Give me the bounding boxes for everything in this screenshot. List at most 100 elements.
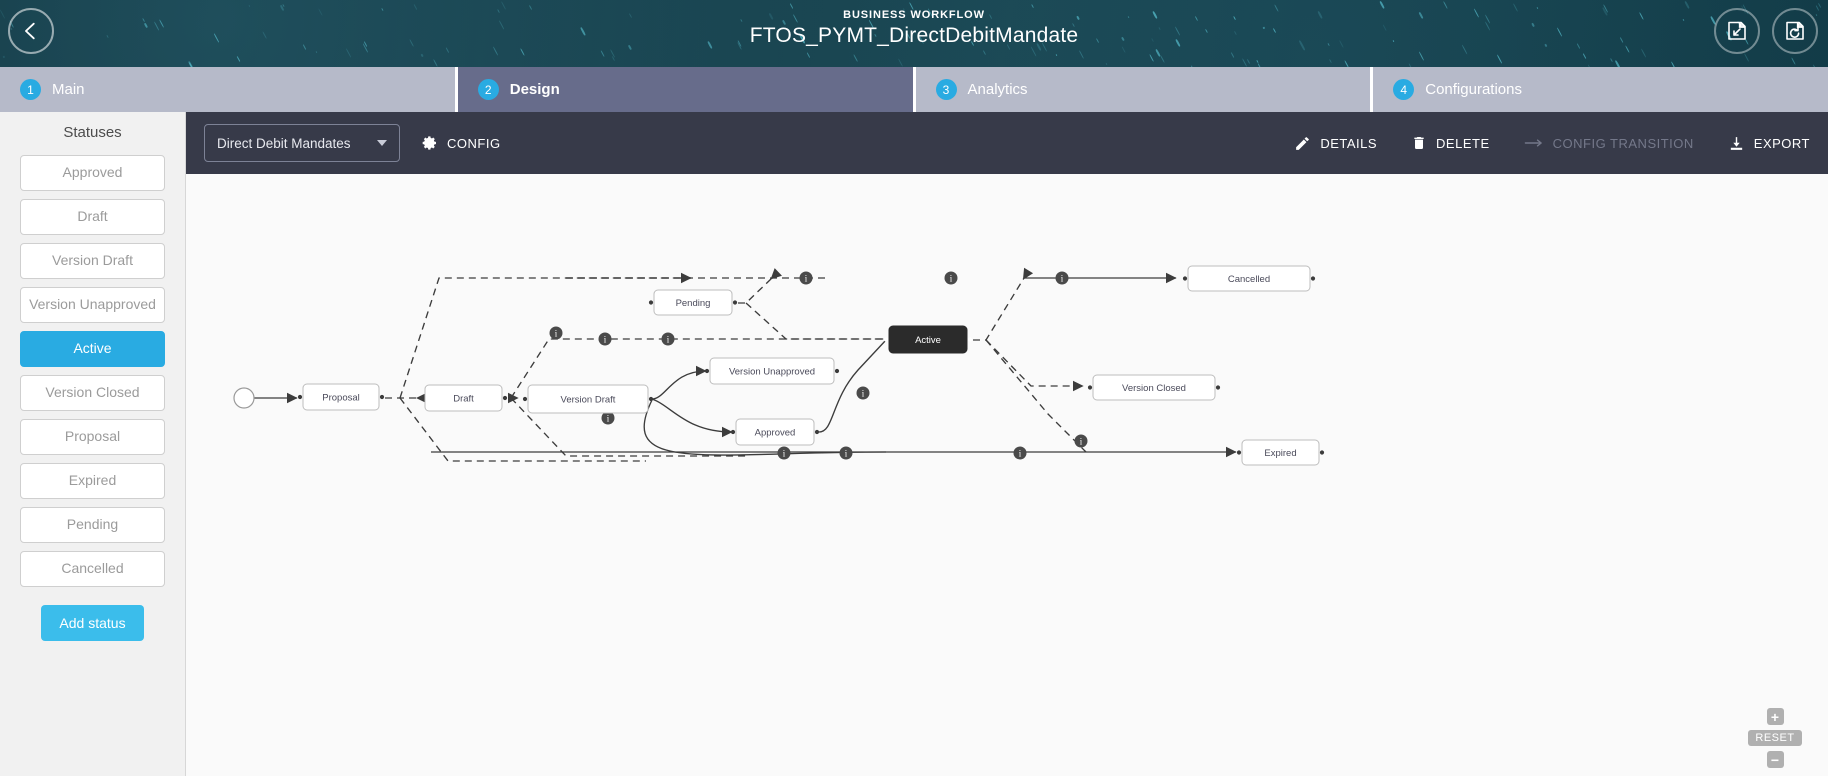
diagram-node-label: Draft [453, 394, 474, 405]
statuses-sidebar: Statuses Approved Draft Version Draft Versi… [0, 112, 186, 776]
arrow-right-icon [1524, 139, 1542, 147]
add-status-button[interactable]: Add status [41, 605, 144, 641]
delete-button[interactable]: DELETE [1411, 135, 1490, 151]
back-button[interactable] [8, 8, 54, 54]
tab-number: 1 [20, 79, 41, 100]
zoom-controls: + RESET − [1744, 708, 1806, 768]
header-title-block: BUSINESS WORKFLOW FTOS_PYMT_DirectDebitM… [0, 9, 1828, 48]
diagram-node-version-draft[interactable]: Version Draft [527, 384, 649, 414]
diagram-node-label: Version Draft [561, 395, 616, 406]
workflow-canvas[interactable]: iiiiiiiiiiii Proposal Draft Version Draft P… [186, 174, 1828, 776]
tab-analytics[interactable]: 3 Analytics [915, 67, 1374, 112]
info-badge-icon[interactable]: i [839, 446, 853, 460]
diagram-edge[interactable] [738, 268, 782, 304]
diagram-edge[interactable] [985, 339, 1084, 392]
config-transition-button[interactable]: CONFIG TRANSITION [1524, 135, 1694, 151]
tab-main[interactable]: 1 Main [0, 67, 458, 112]
diagram-edge[interactable] [973, 267, 1034, 341]
diagram-edge[interactable] [985, 339, 1087, 453]
save-icon [1728, 21, 1746, 40]
info-badge-icon[interactable]: i [856, 386, 870, 400]
diagram-edge[interactable] [651, 365, 707, 400]
diagram-node-version-unapproved[interactable]: Version Unapproved [709, 357, 835, 385]
diagram-node-label: Version Unapproved [729, 367, 815, 378]
download-icon [1730, 136, 1742, 150]
info-badge-icon[interactable]: i [1055, 271, 1069, 285]
zoom-reset-button[interactable]: RESET [1748, 730, 1802, 746]
diagram-node-expired[interactable]: Expired [1241, 439, 1320, 466]
diagram-node-label: Expired [1264, 448, 1296, 459]
status-item-cancelled[interactable]: Cancelled [20, 551, 165, 587]
diagram-edge[interactable] [818, 339, 887, 433]
arrow-left-icon [25, 22, 35, 40]
tab-label: Configurations [1425, 81, 1522, 98]
info-badge-icon[interactable]: i [1074, 434, 1088, 448]
tab-number: 2 [477, 79, 499, 100]
status-item-version-closed[interactable]: Version Closed [20, 375, 165, 411]
chevron-down-icon [377, 140, 387, 146]
export-button[interactable]: EXPORT [1728, 135, 1810, 152]
diagram-edge[interactable] [651, 398, 733, 438]
diagram-node-version-closed[interactable]: Version Closed [1092, 374, 1216, 401]
zoom-in-label: + [1770, 708, 1780, 725]
diagram-edge[interactable] [745, 302, 886, 340]
tab-label: Analytics [967, 81, 1028, 98]
status-item-pending[interactable]: Pending [20, 507, 165, 543]
pencil-icon [1296, 136, 1310, 150]
status-item-proposal[interactable]: Proposal [20, 419, 165, 455]
status-item-approved[interactable]: Approved [20, 155, 165, 191]
header-kicker: BUSINESS WORKFLOW [843, 9, 985, 21]
page-title: FTOS_PYMT_DirectDebitMandate [749, 24, 1079, 47]
export-button-label: EXPORT [1753, 135, 1810, 151]
status-item-draft[interactable]: Draft [20, 199, 165, 235]
config-button-label: CONFIG [447, 135, 501, 151]
save-button[interactable] [1714, 8, 1760, 54]
config-transition-label: CONFIG TRANSITION [1552, 135, 1694, 151]
app-header: BUSINESS WORKFLOW FTOS_PYMT_DirectDebitM… [0, 0, 1828, 67]
zoom-out-button[interactable]: − [1766, 751, 1784, 768]
diagram-nodes[interactable]: Proposal Draft Version Draft Pending Version… [233, 265, 1320, 466]
design-toolbar: Direct Debit Mandates CONFIG DETAILS DEL… [186, 112, 1828, 174]
tab-configurations[interactable]: 4 Configurations [1373, 67, 1828, 112]
info-badge-icon[interactable]: i [799, 271, 813, 285]
diagram-node-proposal[interactable]: Proposal [302, 383, 380, 411]
diagram-node-label: Approved [755, 428, 796, 439]
tab-label: Main [52, 81, 85, 98]
diagram-node-draft[interactable]: Draft [424, 384, 503, 412]
info-badge-icon[interactable]: i [661, 332, 675, 346]
diagram-edge[interactable] [399, 277, 691, 399]
zoom-in-button[interactable]: + [1766, 708, 1784, 725]
status-item-version-draft[interactable]: Version Draft [20, 243, 165, 279]
status-item-active[interactable]: Active [20, 331, 165, 367]
add-status-wrapper: Add status [0, 605, 185, 641]
diagram-node-cancelled[interactable]: Cancelled [1187, 265, 1311, 292]
info-badge-icon[interactable]: i [1013, 446, 1027, 460]
header-actions [1714, 8, 1818, 54]
diagram-start-node[interactable] [233, 387, 255, 409]
delete-button-label: DELETE [1436, 135, 1490, 151]
details-button-label: DETAILS [1320, 135, 1378, 151]
config-button[interactable]: CONFIG [422, 135, 501, 151]
info-badge-icon[interactable]: i [777, 446, 791, 460]
info-badge-icon[interactable]: i [549, 326, 563, 340]
diagram-node-approved[interactable]: Approved [735, 418, 815, 446]
diagram-node-label: Cancelled [1228, 274, 1270, 285]
tab-design[interactable]: 2 Design [457, 67, 916, 112]
toolbar-right-actions: DETAILS DELETE CONFIG TRANSITION EXPORT [1294, 135, 1810, 152]
info-badge-icon[interactable]: i [598, 332, 612, 346]
info-badge-icon[interactable]: i [944, 271, 958, 285]
diagram-node-active[interactable]: Active [888, 325, 968, 354]
tab-number: 3 [935, 79, 957, 100]
status-item-expired[interactable]: Expired [20, 463, 165, 499]
diagram-node-pending[interactable]: Pending [653, 289, 733, 316]
diagram-node-label: Pending [676, 298, 711, 309]
workflow-select[interactable]: Direct Debit Mandates [204, 124, 400, 162]
trash-icon [1414, 137, 1424, 149]
save-and-reload-button[interactable] [1772, 8, 1818, 54]
workflow-designer-app: BUSINESS WORKFLOW FTOS_PYMT_DirectDebitM… [0, 0, 1828, 776]
diagram-node-label: Active [915, 335, 941, 346]
details-button[interactable]: DETAILS [1294, 135, 1377, 152]
status-item-version-unapproved[interactable]: Version Unapproved [20, 287, 165, 323]
workflow-diagram[interactable]: ii ii i iiii i ii Proposal Draft Version DraftP… [186, 174, 1828, 776]
save-and-reload-icon [1786, 21, 1804, 40]
